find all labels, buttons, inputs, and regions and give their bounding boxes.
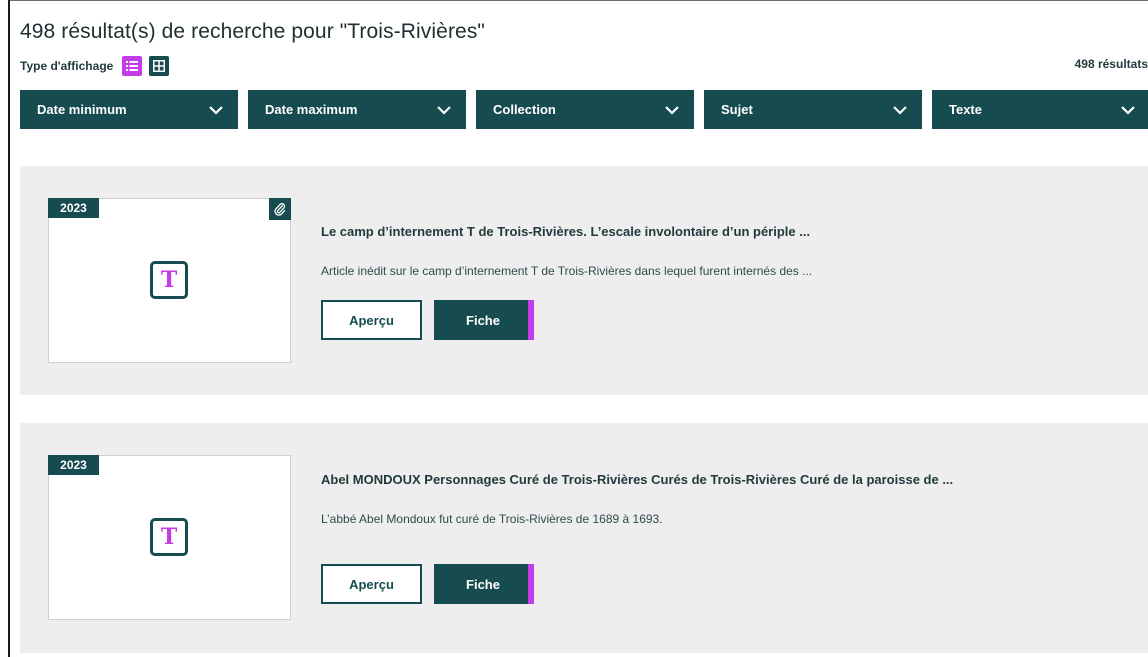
frame-left-border [8, 0, 10, 657]
list-view-button[interactable] [122, 56, 143, 76]
year-badge: 2023 [48, 198, 99, 218]
attachment-badge [269, 198, 291, 220]
result-title[interactable]: Abel MONDOUX Personnages Curé de Trois-R… [321, 472, 953, 487]
filter-label: Date maximum [265, 102, 358, 117]
filter-bar: Date minimum Date maximum Collection Suj… [20, 90, 1148, 129]
page-title: 498 résultat(s) de recherche pour "Trois… [20, 20, 485, 43]
fiche-button[interactable]: Fiche [434, 300, 534, 340]
result-thumbnail[interactable]: 2023 T [48, 198, 291, 363]
list-view-icon [126, 61, 139, 71]
apercu-button[interactable]: Aperçu [321, 564, 422, 604]
filter-texte[interactable]: Texte [932, 90, 1148, 129]
filter-sujet[interactable]: Sujet [704, 90, 922, 129]
result-description: L’abbé Abel Mondoux fut curé de Trois-Ri… [321, 512, 663, 526]
result-card: 2023 T Abel MONDOUX Personnages Curé de … [20, 423, 1148, 653]
grid-view-icon [153, 60, 166, 72]
chevron-down-icon [209, 105, 223, 115]
filter-label: Date minimum [37, 102, 127, 117]
filter-collection[interactable]: Collection [476, 90, 694, 129]
result-thumbnail[interactable]: 2023 T [48, 455, 291, 620]
filter-label: Texte [949, 102, 982, 117]
grid-view-button[interactable] [149, 56, 170, 76]
view-type-label: Type d'affichage [20, 59, 114, 73]
result-card: 2023 T Le camp d’internement T de Trois-… [20, 166, 1148, 395]
chevron-down-icon [665, 105, 679, 115]
result-title[interactable]: Le camp d’internement T de Trois-Rivière… [321, 224, 810, 239]
results-count: 498 résultats [1074, 57, 1148, 71]
apercu-button[interactable]: Aperçu [321, 300, 422, 340]
filter-date-minimum[interactable]: Date minimum [20, 90, 238, 129]
filter-date-maximum[interactable]: Date maximum [248, 90, 466, 129]
filter-label: Sujet [721, 102, 753, 117]
chevron-down-icon [1121, 105, 1135, 115]
chevron-down-icon [437, 105, 451, 115]
frame-top-border [8, 0, 1148, 1]
paperclip-icon [274, 203, 286, 216]
text-document-icon: T [150, 261, 188, 299]
year-badge: 2023 [48, 455, 99, 475]
result-description: Article inédit sur le camp d’internement… [321, 264, 813, 278]
fiche-button[interactable]: Fiche [434, 564, 534, 604]
filter-label: Collection [493, 102, 556, 117]
chevron-down-icon [893, 105, 907, 115]
view-type-row: Type d'affichage [20, 55, 176, 77]
text-document-icon: T [150, 518, 188, 556]
